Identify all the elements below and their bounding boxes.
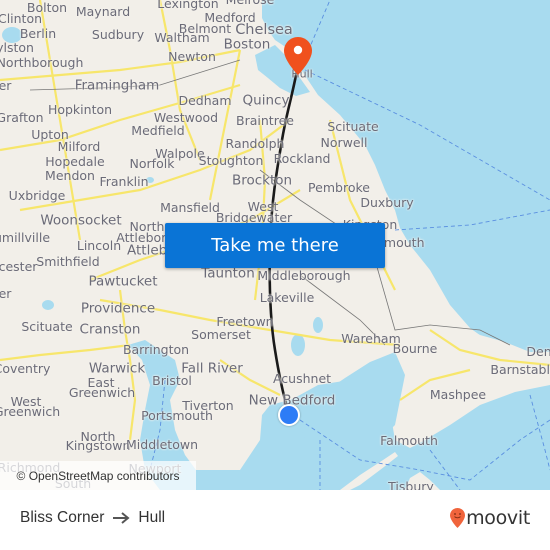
place-label: Dennis: [526, 343, 550, 359]
place-label: Kingstown: [65, 437, 131, 453]
place-label: Barnstable: [490, 361, 550, 377]
place-label: Medfield: [131, 122, 185, 138]
map-view[interactable]: BoltonMaynardLexingtonMelroseClintonMedf…: [0, 0, 550, 490]
place-label: Mendon: [45, 167, 95, 183]
place-label: Somerset: [191, 326, 251, 342]
place-label: Boston: [223, 36, 271, 53]
place-label: Mashpee: [429, 386, 487, 402]
place-label: Lexington: [157, 0, 219, 11]
take-me-there-button[interactable]: Take me there: [165, 223, 385, 268]
place-label: Middletown: [126, 436, 198, 452]
place-label: Woonsocket: [40, 212, 122, 229]
place-label: Milford: [57, 138, 101, 154]
place-label: Bourne: [392, 340, 438, 356]
footer-bar: Bliss Corner Hull moovit: [0, 490, 550, 550]
moovit-wordmark: moovit: [466, 507, 530, 529]
place-label: Sudbury: [91, 26, 145, 42]
place-label: Providence: [80, 300, 156, 317]
place-label: Cranston: [79, 321, 141, 338]
place-label: Greenwich: [0, 403, 61, 419]
place-label: Lakeville: [259, 289, 315, 305]
place-label: Mansfield: [160, 199, 220, 215]
place-label: Coventry: [0, 360, 51, 376]
place-label: Duxbury: [360, 194, 414, 210]
place-label: Pembroke: [308, 179, 370, 195]
place-label: er: [0, 285, 12, 301]
place-label: Hopkinton: [47, 101, 113, 117]
place-label: Franklin: [99, 173, 149, 189]
place-label: Greenwich: [68, 384, 136, 400]
arrow-right-icon: [113, 512, 130, 524]
map-pin-icon[interactable]: [284, 37, 312, 75]
place-label: Brockton: [231, 172, 293, 189]
place-label: Northborough: [0, 54, 84, 70]
place-label: Dedham: [178, 92, 232, 108]
place-label: Newton: [168, 48, 216, 64]
place-label: Randolph: [225, 135, 285, 151]
place-label: Melrose: [226, 0, 275, 6]
place-label: Framingham: [74, 77, 160, 94]
destination-name: Hull: [138, 509, 166, 526]
location-dot-icon[interactable]: [278, 404, 300, 426]
place-label: Chelsea: [235, 21, 293, 38]
place-label: Stoughton: [198, 152, 264, 168]
place-label: Middleborough: [257, 267, 351, 283]
place-label: Barrington: [122, 341, 190, 357]
place-label: Pawtucket: [88, 273, 158, 290]
place-label: Rockland: [273, 150, 331, 166]
place-label: Maynard: [75, 3, 131, 19]
origin-name: Bliss Corner: [20, 509, 105, 526]
place-label: Quincy: [242, 92, 290, 109]
place-label: Bristol: [152, 372, 192, 388]
place-label: Hopedale: [45, 153, 105, 169]
moovit-logo[interactable]: moovit: [450, 507, 530, 529]
place-label: Braintree: [236, 112, 294, 128]
place-label: Portsmouth: [141, 407, 213, 423]
place-label: Uxbridge: [8, 187, 66, 203]
place-label: Norwell: [320, 134, 368, 150]
place-label: er: [0, 77, 12, 93]
map-attribution[interactable]: © OpenStreetMap contributors: [0, 461, 196, 490]
place-label: Acushnet: [272, 370, 332, 386]
moovit-pin-face-icon: [450, 508, 466, 528]
place-label: Lincoln: [76, 237, 122, 253]
place-label: ylston: [0, 39, 34, 55]
place-label: cester: [0, 258, 38, 274]
place-label: Falmouth: [380, 432, 438, 448]
place-label: umillville: [0, 229, 51, 245]
place-label: Smithfield: [36, 253, 100, 269]
route-title: Bliss Corner Hull: [20, 509, 165, 527]
place-label: Berlin: [19, 25, 57, 41]
place-label: Scituate: [21, 318, 73, 334]
place-label: Norfolk: [129, 155, 175, 171]
place-label: Taunton: [201, 265, 255, 282]
place-label: Grafton: [0, 109, 44, 125]
place-label: Waltham: [154, 29, 210, 45]
place-label: Scituate: [327, 118, 379, 134]
place-label: Tisbury: [388, 478, 434, 490]
place-label: Warwick: [88, 360, 146, 377]
place-label: Clinton: [0, 10, 43, 26]
